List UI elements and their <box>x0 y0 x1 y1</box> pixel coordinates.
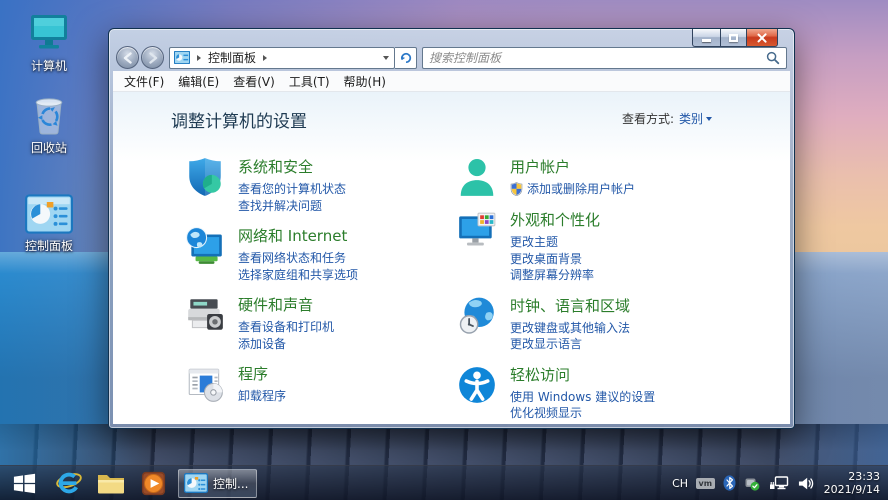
ease-of-access-icon[interactable] <box>456 364 498 406</box>
chevron-down-icon <box>706 116 712 121</box>
desktop-icon-control-panel[interactable]: 控制面板 <box>6 188 92 254</box>
taskbar: 控制... CH vm 23:33 2021/9/14 <box>0 465 888 500</box>
personalization-monitor-icon[interactable] <box>456 209 498 251</box>
computer-icon <box>6 8 92 54</box>
view-by-dropdown[interactable]: 类别 <box>679 110 712 127</box>
globe-clock-icon[interactable] <box>456 295 498 337</box>
tray-date: 2021/9/14 <box>823 483 880 496</box>
category-ease-of-access: 轻松访问 使用 Windows 建议的设置 优化视频显示 <box>456 364 790 422</box>
category-link[interactable]: 选择家庭组和共享选项 <box>238 267 358 284</box>
recycle-bin-icon <box>6 90 92 136</box>
category-link[interactable]: 更改桌面背景 <box>510 251 600 268</box>
network-icon[interactable] <box>768 475 789 492</box>
media-player-icon <box>140 470 167 497</box>
windows-logo-icon <box>12 471 37 496</box>
category-link[interactable]: 查看网络状态和任务 <box>238 250 358 267</box>
control-panel-mini-icon <box>184 473 208 493</box>
refresh-button[interactable] <box>395 46 417 69</box>
category-title[interactable]: 程序 <box>238 363 286 384</box>
navigation-bar: 控制面板 <box>113 44 790 71</box>
shield-icon[interactable] <box>184 156 226 198</box>
category-link[interactable]: 更改键盘或其他输入法 <box>510 320 630 337</box>
search-box <box>422 46 787 69</box>
breadcrumb-arrow-icon <box>263 54 268 61</box>
desktop-icon-label: 计算机 <box>30 59 67 73</box>
category-link[interactable]: 更改显示语言 <box>510 336 630 353</box>
address-dropdown-button[interactable] <box>378 55 394 60</box>
status-check-icon[interactable] <box>744 476 760 491</box>
category-link[interactable]: 调整屏幕分辨率 <box>510 267 600 284</box>
desktop-icon-computer[interactable]: 计算机 <box>6 8 92 74</box>
category-link[interactable]: 查看设备和打印机 <box>238 319 334 336</box>
chevron-down-icon <box>383 55 389 60</box>
control-panel-mini-icon <box>174 51 190 64</box>
category-title[interactable]: 硬件和声音 <box>238 294 334 315</box>
category-user-accounts: 用户帐户 添加或删除用户帐户 <box>456 156 790 198</box>
menu-bar: 文件(F) 编辑(E) 查看(V) 工具(T) 帮助(H) <box>113 71 790 92</box>
category-appearance-personalization: 外观和个性化 更改主题 更改桌面背景 调整屏幕分辨率 <box>456 209 790 284</box>
start-button[interactable] <box>0 466 48 500</box>
category-title[interactable]: 网络和 Internet <box>238 225 358 246</box>
category-hardware-sound: 硬件和声音 查看设备和打印机 添加设备 <box>184 294 456 352</box>
page-title: 调整计算机的设置 <box>171 112 307 132</box>
desktop: 计算机 回收站 控制面板 控制面板 搜索控制面板 文件(F) 编辑(E) 查看(… <box>0 0 888 500</box>
category-programs: 程序 卸载程序 <box>184 363 456 405</box>
category-title[interactable]: 用户帐户 <box>510 156 635 177</box>
printer-speaker-icon[interactable] <box>184 294 226 336</box>
forward-button[interactable] <box>141 46 164 69</box>
desktop-icon-label: 回收站 <box>30 141 67 155</box>
category-link[interactable]: 添加设备 <box>238 336 334 353</box>
category-title[interactable]: 系统和安全 <box>238 156 346 177</box>
category-link[interactable]: 优化视频显示 <box>510 405 655 422</box>
tray-time: 23:33 <box>848 469 880 483</box>
breadcrumb[interactable]: 控制面板 <box>208 49 256 66</box>
category-clock-language-region: 时钟、语言和区域 更改键盘或其他输入法 更改显示语言 <box>456 295 790 353</box>
active-task-label: 控制... <box>213 476 249 491</box>
control-panel-window: 控制面板 文件(F) <box>108 28 795 429</box>
back-button[interactable] <box>116 46 139 69</box>
system-tray: CH vm 23:33 2021/9/14 <box>672 470 888 497</box>
control-panel-content: 调整计算机的设置 查看方式: 类别 系统和安全 查看您的计算机状态 查找并解决问… <box>113 92 790 424</box>
bluetooth-icon[interactable] <box>723 475 736 491</box>
category-link[interactable]: 卸载程序 <box>238 388 286 405</box>
network-globe-icon[interactable] <box>184 225 226 267</box>
menu-file[interactable]: 文件(F) <box>117 71 171 92</box>
address-bar[interactable]: 控制面板 <box>169 46 395 69</box>
input-language-indicator[interactable]: CH <box>672 477 688 490</box>
category-title[interactable]: 外观和个性化 <box>510 209 600 230</box>
search-icon[interactable] <box>766 51 780 65</box>
breadcrumb-arrow-icon <box>197 54 201 61</box>
category-network-internet: 网络和 Internet 查看网络状态和任务 选择家庭组和共享选项 <box>184 225 456 283</box>
menu-help[interactable]: 帮助(H) <box>337 71 393 92</box>
vm-tray-icon[interactable]: vm <box>696 477 715 489</box>
programs-disc-icon[interactable] <box>184 363 226 405</box>
taskbar-ie-button[interactable] <box>48 466 90 500</box>
category-title[interactable]: 轻松访问 <box>510 364 655 385</box>
taskbar-media-player-button[interactable] <box>132 466 174 500</box>
control-panel-icon <box>6 188 92 234</box>
taskbar-explorer-button[interactable] <box>90 466 132 500</box>
view-by-label: 查看方式: <box>621 112 674 126</box>
taskbar-clock[interactable]: 23:33 2021/9/14 <box>824 470 880 497</box>
uac-shield-icon <box>510 182 523 197</box>
category-link[interactable]: 查找并解决问题 <box>238 198 346 215</box>
category-link[interactable]: 使用 Windows 建议的设置 <box>510 389 655 406</box>
category-link[interactable]: 更改主题 <box>510 234 600 251</box>
category-title[interactable]: 时钟、语言和区域 <box>510 295 630 316</box>
internet-explorer-icon <box>55 469 83 497</box>
taskbar-active-task-control-panel[interactable]: 控制... <box>178 468 258 498</box>
category-link[interactable]: 查看您的计算机状态 <box>238 181 346 198</box>
category-system-security: 系统和安全 查看您的计算机状态 查找并解决问题 <box>184 156 456 214</box>
category-link[interactable]: 添加或删除用户帐户 <box>527 181 635 198</box>
menu-edit[interactable]: 编辑(E) <box>171 71 226 92</box>
menu-tools[interactable]: 工具(T) <box>282 71 337 92</box>
folder-icon <box>96 471 126 496</box>
view-by: 查看方式: 类别 <box>622 110 712 127</box>
desktop-icon-label: 控制面板 <box>24 239 73 253</box>
desktop-icon-recycle-bin[interactable]: 回收站 <box>6 90 92 156</box>
search-input[interactable] <box>429 50 766 65</box>
user-icon[interactable] <box>456 156 498 198</box>
menu-view[interactable]: 查看(V) <box>226 71 282 92</box>
volume-icon[interactable] <box>797 476 814 491</box>
